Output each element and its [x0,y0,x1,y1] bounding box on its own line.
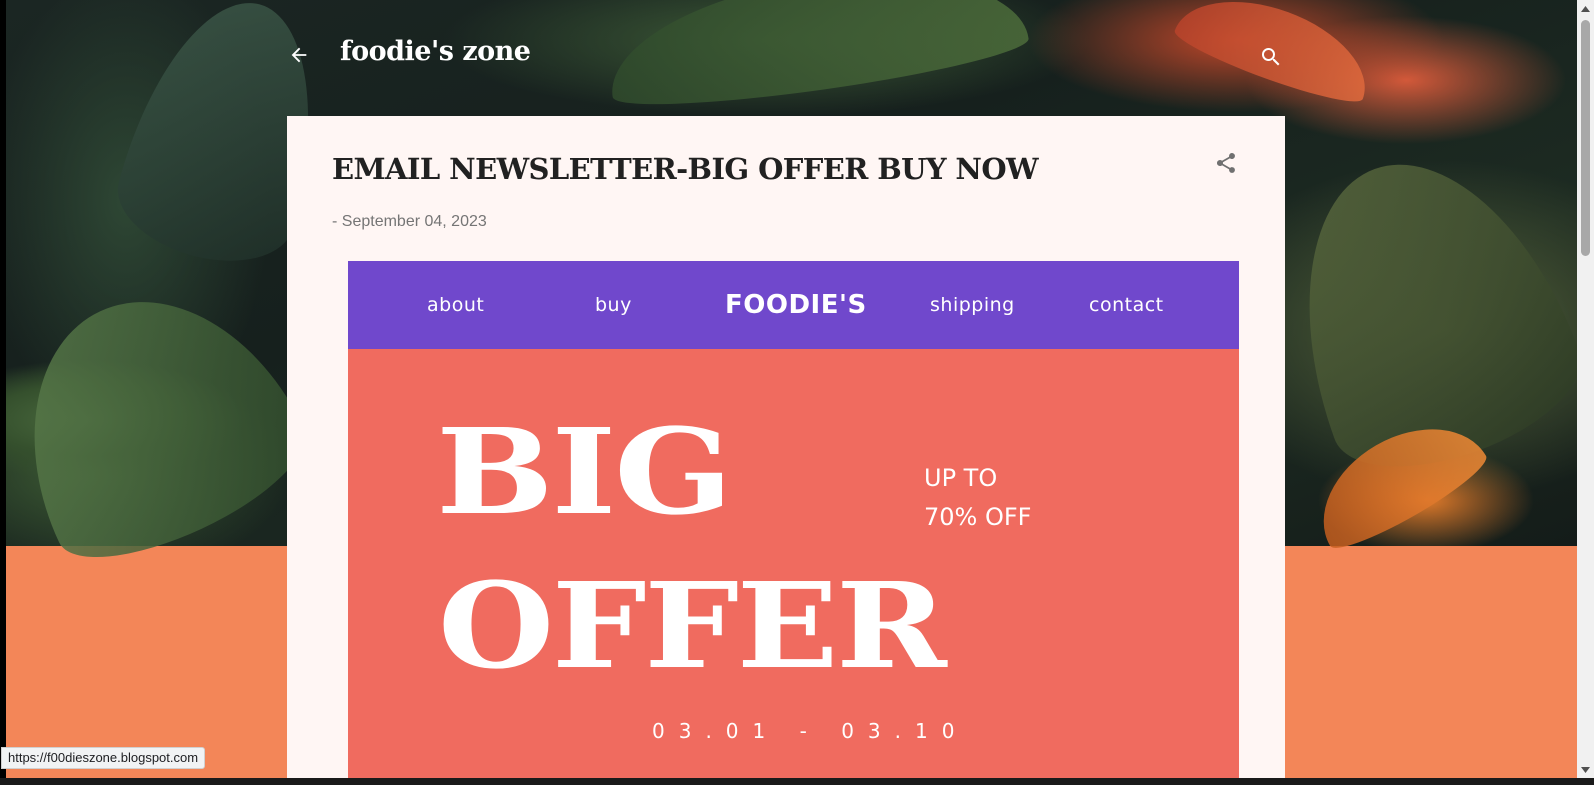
caret-up-icon [1581,5,1590,12]
search-button[interactable] [1256,42,1286,72]
nav-buy: buy [595,294,632,316]
back-button[interactable] [284,40,314,70]
scroll-thumb[interactable] [1581,20,1590,256]
offer-line-2: 70% OFF [924,503,1032,531]
post-date[interactable]: - September 04, 2023 [332,213,487,231]
nav-contact: contact [1089,294,1164,316]
post-title: EMAIL NEWSLETTER-BIG OFFER BUY NOW [332,152,1039,186]
blog-title[interactable]: foodie's zone [340,36,531,67]
offer-dates: 03.01 - 03.10 [652,719,969,743]
post-card: EMAIL NEWSLETTER-BIG OFFER BUY NOW - Sep… [287,116,1285,778]
scroll-up-arrow[interactable] [1577,0,1594,17]
nav-about: about [427,294,485,316]
blog-page: foodie's zone EMAIL NEWSLETTER-BIG OFFER… [6,0,1577,778]
scroll-down-arrow[interactable] [1577,761,1594,778]
offer-line-1: UP TO [924,464,998,492]
nav-shipping: shipping [930,294,1015,316]
share-button[interactable] [1211,148,1241,178]
newsletter-brand: FOODIE'S [725,290,867,320]
taskbar-edge [0,778,1594,785]
offer-word: OFFER [438,556,947,695]
newsletter-nav: about buy FOODIE'S shipping contact [348,261,1239,349]
share-icon [1216,153,1235,173]
leaf-decoration [6,254,325,586]
big-word: BIG [436,402,733,541]
search-icon [1262,48,1280,66]
status-bar-url: https://f00dieszone.blogspot.com [1,747,206,769]
vertical-scrollbar[interactable] [1577,0,1594,778]
arrow-back-icon [291,47,307,63]
caret-down-icon [1581,766,1590,773]
newsletter-image: about buy FOODIE'S shipping contact BIG … [348,261,1239,778]
leaf-decoration [600,0,1032,119]
offer-text: UP TO 70% OFF [924,459,1031,537]
